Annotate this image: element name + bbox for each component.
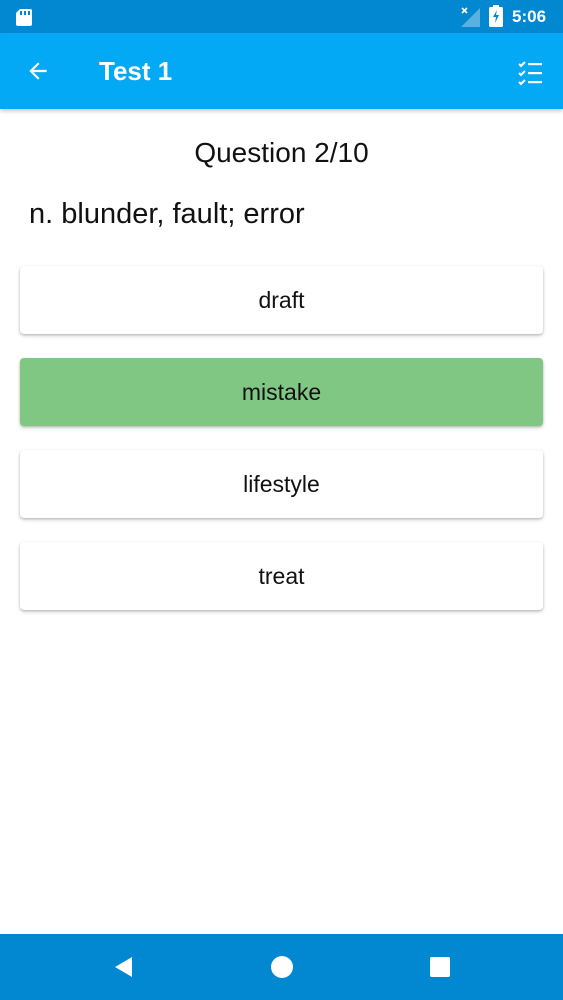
question-list-button[interactable] (510, 53, 550, 93)
status-bar: 5:06 (0, 0, 563, 33)
arrow-left-icon (29, 62, 47, 80)
back-triangle-icon (115, 957, 132, 977)
nav-recents-button[interactable] (425, 952, 455, 982)
page-title: Test 1 (99, 56, 173, 86)
answer-option-treat[interactable]: treat (20, 542, 543, 610)
navigation-bar (0, 934, 563, 1000)
nav-back-button[interactable] (108, 952, 138, 982)
answer-option-mistake[interactable]: mistake (20, 358, 543, 426)
answer-option-lifestyle[interactable]: lifestyle (20, 450, 543, 518)
app-bar: Test 1 (0, 33, 563, 109)
checklist-icon (518, 61, 542, 86)
clock: 5:06 (512, 7, 547, 26)
nav-home-button[interactable] (267, 952, 297, 982)
signal-off-icon (461, 7, 480, 27)
sd-card-icon (16, 9, 32, 26)
answer-option-draft[interactable]: draft (20, 266, 543, 334)
back-button[interactable] (18, 51, 58, 91)
home-circle-icon (271, 956, 293, 978)
recents-square-icon (430, 957, 450, 977)
question-counter: Question 2/10 (194, 137, 369, 168)
question-prompt: n. blunder, fault; error (29, 198, 305, 230)
battery-charging-icon (489, 5, 503, 27)
